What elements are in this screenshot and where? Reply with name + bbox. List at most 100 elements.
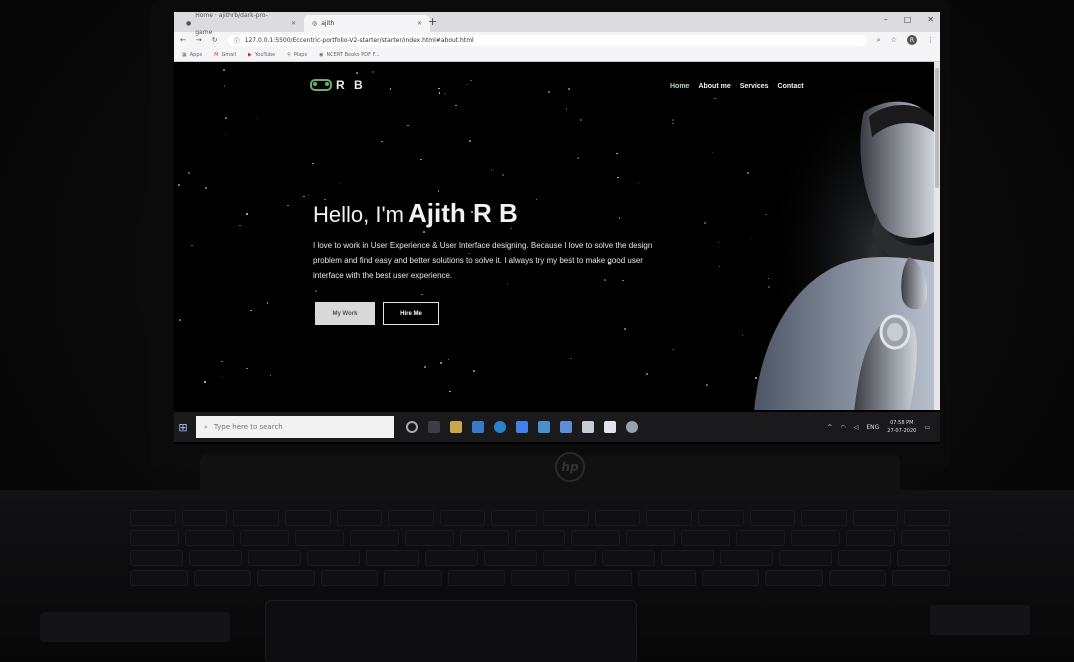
star-dot (223, 69, 225, 71)
bookmark-ncert[interactable]: ◉ NCERT Books PDF F... (319, 52, 379, 58)
close-icon[interactable]: ✕ (291, 15, 296, 32)
cortana-icon[interactable] (406, 421, 418, 433)
tab-github[interactable]: ● Home · ajithrb/dark-pro-game ✕ (178, 12, 304, 36)
taskbar-search[interactable]: ⌕ Type here to search (196, 416, 394, 438)
star-dot (221, 360, 223, 363)
back-icon[interactable]: ← (180, 36, 186, 44)
map-pin-icon: ⚲ (287, 51, 291, 58)
file-explorer-icon[interactable] (450, 421, 462, 433)
nav-services[interactable]: Services (740, 83, 769, 90)
portfolio-page: R B Home About me Services Contact Hello… (174, 62, 934, 410)
star-dot (356, 72, 358, 74)
bookmark-label: YouTube (254, 51, 276, 58)
bookmark-label: NCERT Books PDF F... (326, 51, 380, 58)
star-dot (440, 362, 442, 364)
star-dot (624, 328, 626, 330)
star-dot (618, 217, 621, 219)
task-view-icon[interactable] (428, 421, 440, 433)
left-palm-rest (40, 612, 230, 642)
chevron-up-icon[interactable]: ^ (827, 424, 832, 431)
nav-about[interactable]: About me (698, 83, 730, 90)
wifi-icon[interactable]: ◠ (840, 424, 845, 431)
maximize-icon[interactable]: □ (904, 15, 912, 24)
star-dot (469, 140, 471, 142)
bookmark-maps[interactable]: ⚲ Maps (287, 52, 307, 58)
mail-icon[interactable] (472, 421, 484, 433)
star-dot (438, 87, 440, 90)
star-dot (421, 293, 423, 296)
star-icon[interactable]: ☆ (891, 36, 897, 44)
star-dot (223, 85, 226, 87)
star-dot (449, 390, 451, 393)
nav-home[interactable]: Home (670, 83, 689, 90)
star-dot (255, 117, 258, 120)
star-dot (646, 373, 648, 375)
nav-contact[interactable]: Contact (778, 83, 804, 90)
star-dot (490, 169, 493, 171)
language-indicator[interactable]: ENG (866, 424, 879, 431)
star-dot (455, 104, 457, 107)
chrome-icon[interactable] (626, 421, 638, 433)
youtube-icon: ▶ (248, 51, 252, 58)
profile-avatar[interactable]: R (907, 35, 917, 45)
gallery-icon[interactable] (604, 421, 616, 433)
star-dot (269, 374, 272, 377)
site-logo[interactable]: R B (310, 78, 366, 92)
star-dot (580, 119, 582, 121)
page-scrollbar[interactable] (934, 62, 940, 410)
dropbox-icon[interactable] (516, 421, 528, 433)
edge-icon[interactable] (494, 421, 506, 433)
gamepad-icon (310, 79, 332, 91)
star-dot (423, 231, 425, 233)
zoom-icon[interactable]: ⌕ (877, 36, 881, 45)
star-dot (389, 88, 392, 90)
bookmarks-bar: ▦ Apps M Gmail ▶ YouTube ⚲ Maps ◉ NCERT Books… (174, 48, 940, 62)
search-placeholder: Type here to search (213, 423, 283, 431)
bookmark-youtube[interactable]: ▶ YouTube (248, 52, 275, 58)
minimize-icon[interactable]: – (884, 15, 888, 24)
clock[interactable]: 07:58 PM 27-07-2020 (887, 419, 916, 435)
hire-me-button[interactable]: Hire Me (383, 302, 439, 325)
hero-heading: Hello, I'm Ajith R B (313, 198, 518, 229)
new-tab-button[interactable]: + (428, 15, 437, 28)
star-dot (420, 158, 422, 161)
star-dot (205, 187, 207, 189)
star-dot (250, 309, 252, 312)
tab-ajith[interactable]: ◎ ajith ✕ (304, 15, 430, 32)
notification-icon[interactable]: ▭ (924, 424, 930, 431)
my-work-button[interactable]: My Work (315, 302, 375, 325)
star-dot (312, 162, 314, 165)
bookmark-apps[interactable]: ▦ Apps (182, 52, 202, 58)
star-dot (672, 119, 674, 121)
laptop-screen: ● Home · ajithrb/dark-pro-game ✕ ◎ ajith… (174, 12, 940, 444)
photos-icon[interactable] (582, 421, 594, 433)
search-icon: ⌕ (204, 422, 208, 431)
bolt-app-icon[interactable] (538, 421, 550, 433)
close-icon[interactable]: ✕ (417, 15, 422, 32)
greeting-text: Hello, I'm (313, 202, 404, 227)
bookmark-gmail[interactable]: M Gmail (214, 52, 236, 58)
tab-title: Home · ajithrb/dark-pro-game (195, 12, 268, 36)
window-controls: – □ ✕ (884, 15, 934, 24)
star-dot (178, 184, 180, 186)
star-dot (672, 348, 674, 351)
star-dot (179, 319, 181, 321)
system-tray: ^ ◠ ◁ ENG 07:58 PM 27-07-2020 ▭ (827, 419, 940, 435)
star-dot (372, 71, 374, 73)
star-dot (502, 174, 504, 176)
star-dot (407, 124, 409, 127)
portrait-photo (744, 92, 934, 410)
tab-title: ajith (321, 20, 335, 27)
star-dot (204, 381, 206, 383)
address-bar-row: ← → ↻ ⓘ 127.0.0.1:5500/Eccentric-portfol… (174, 32, 940, 48)
hero-intro: I love to work in User Experience & User… (313, 241, 653, 280)
url-field[interactable]: ⓘ 127.0.0.1:5500/Eccentric-portfolio-V2-… (227, 34, 867, 46)
close-window-icon[interactable]: ✕ (927, 15, 934, 24)
volume-icon[interactable]: ◁ (854, 424, 859, 431)
scrollbar-thumb[interactable] (935, 68, 939, 188)
windows-start-icon[interactable]: ⊞ (174, 412, 192, 442)
globe-icon: ◎ (312, 20, 318, 27)
store-icon[interactable] (560, 421, 572, 433)
menu-icon[interactable]: ⋮ (927, 36, 934, 44)
ncert-icon: ◉ (319, 51, 324, 58)
